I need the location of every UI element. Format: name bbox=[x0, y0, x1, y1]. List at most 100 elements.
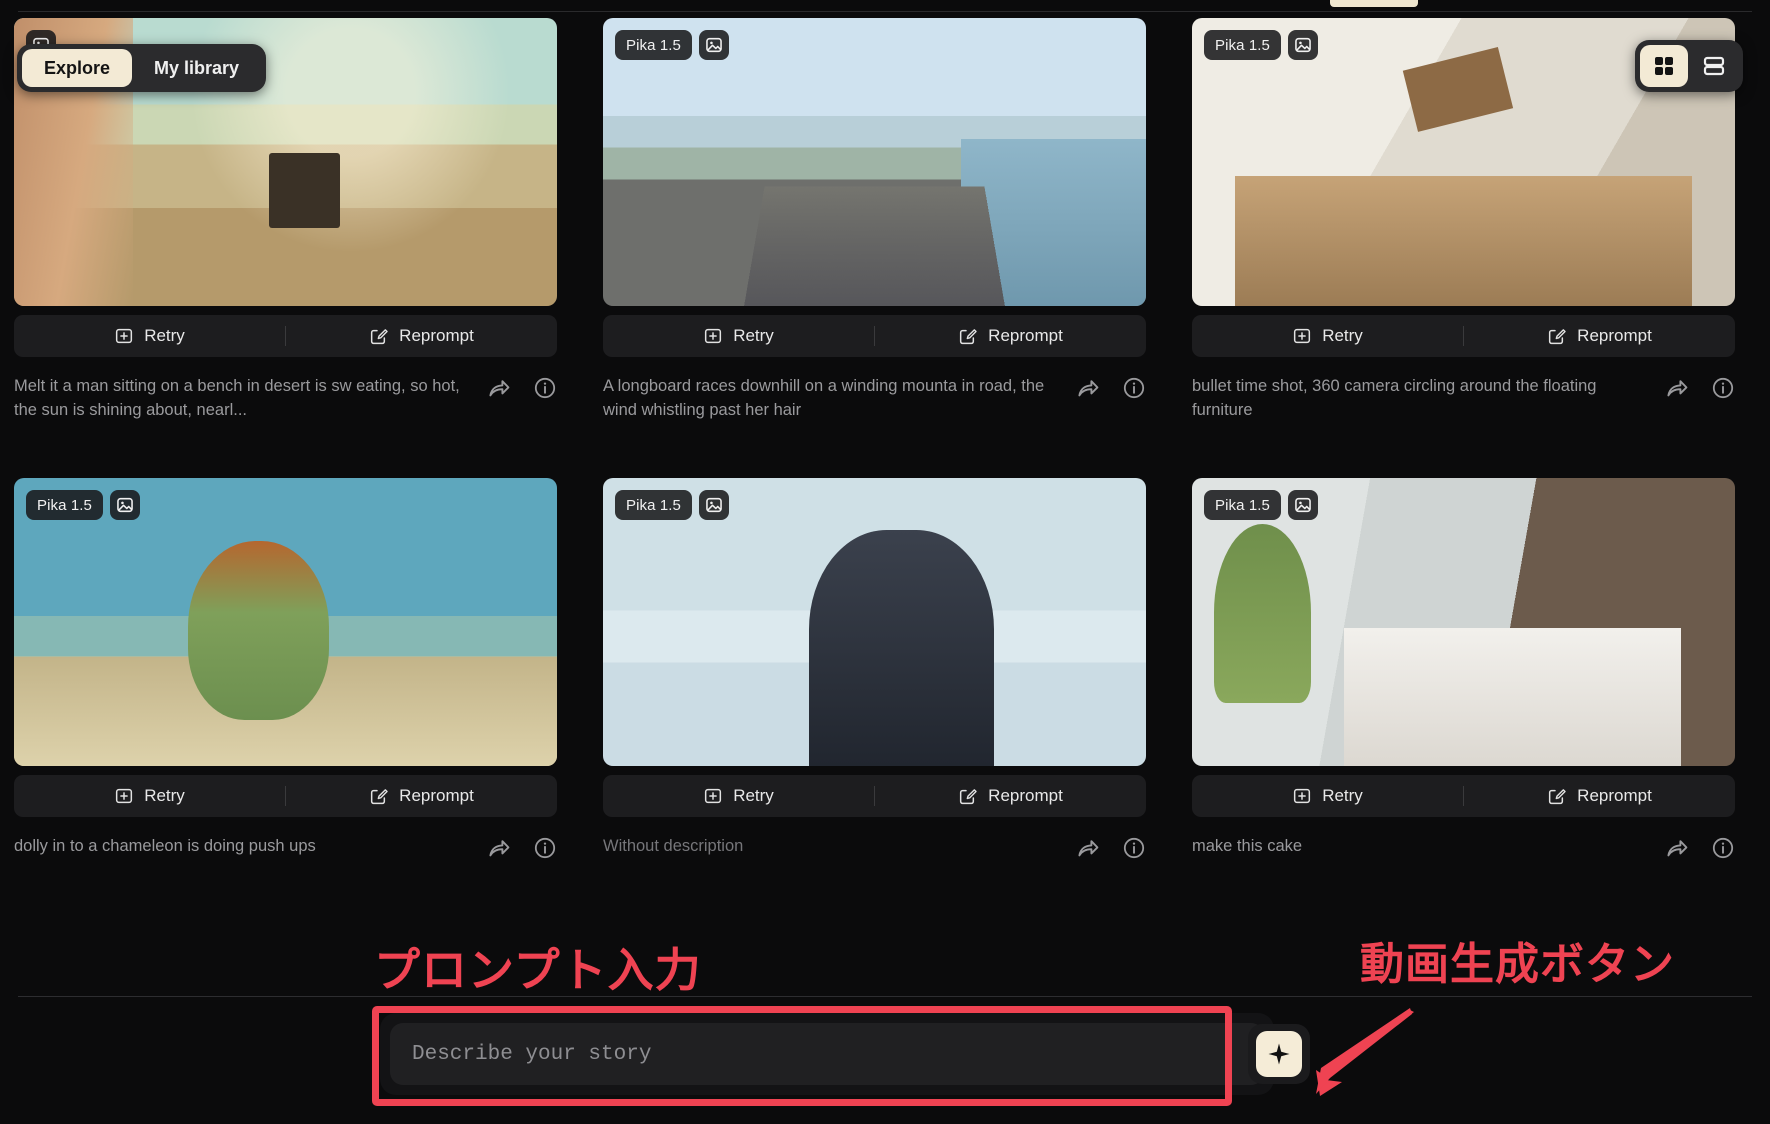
card-prompt-text: A longboard races downhill on a winding … bbox=[603, 374, 1076, 422]
reprompt-label: Reprompt bbox=[399, 786, 474, 806]
grid-view-button[interactable] bbox=[1640, 45, 1688, 87]
info-icon[interactable] bbox=[1122, 376, 1146, 400]
card-meta: Without description bbox=[603, 834, 1146, 860]
thumbnail-artwork bbox=[14, 478, 557, 766]
info-icon[interactable] bbox=[533, 836, 557, 860]
thumbnail-artwork bbox=[603, 18, 1146, 306]
retry-button[interactable]: Retry bbox=[14, 775, 285, 817]
reprompt-label: Reprompt bbox=[988, 786, 1063, 806]
image-source-icon[interactable] bbox=[699, 490, 729, 520]
reprompt-label: Reprompt bbox=[399, 326, 474, 346]
retry-label: Retry bbox=[1322, 786, 1363, 806]
prompt-input[interactable] bbox=[390, 1023, 1264, 1085]
thumbnail-artwork bbox=[603, 478, 1146, 766]
info-icon[interactable] bbox=[533, 376, 557, 400]
reprompt-label: Reprompt bbox=[988, 326, 1063, 346]
pika-app-window: Retry Reprompt Melt it a man sitting on a … bbox=[0, 0, 1770, 1124]
retry-label: Retry bbox=[144, 326, 185, 346]
retry-button[interactable]: Retry bbox=[14, 315, 285, 357]
video-card[interactable]: Pika 1.5 Retry Reprompt make this cake bbox=[1192, 478, 1735, 860]
thumbnail-badges: Pika 1.5 bbox=[1204, 30, 1318, 60]
video-card[interactable]: Pika 1.5 Retry Reprompt A longboard races d… bbox=[603, 18, 1146, 422]
card-prompt-text: dolly in to a chameleon is doing push up… bbox=[14, 834, 487, 858]
card-meta: bullet time shot, 360 camera circling ar… bbox=[1192, 374, 1735, 422]
share-icon[interactable] bbox=[1076, 836, 1100, 860]
card-prompt-text: make this cake bbox=[1192, 834, 1665, 858]
reprompt-button[interactable]: Reprompt bbox=[1464, 315, 1735, 357]
image-source-icon[interactable] bbox=[1288, 490, 1318, 520]
explore-library-toggle[interactable]: Explore My library bbox=[17, 44, 266, 92]
tab-explore[interactable]: Explore bbox=[22, 49, 132, 87]
top-divider bbox=[18, 11, 1752, 12]
card-action-bar: Retry Reprompt bbox=[603, 775, 1146, 817]
card-meta-icons bbox=[1076, 374, 1146, 400]
share-icon[interactable] bbox=[487, 376, 511, 400]
thumbnail-badges: Pika 1.5 bbox=[26, 490, 140, 520]
card-meta-icons bbox=[487, 374, 557, 400]
share-icon[interactable] bbox=[1076, 376, 1100, 400]
retry-label: Retry bbox=[733, 786, 774, 806]
card-meta-icons bbox=[1076, 834, 1146, 860]
retry-button[interactable]: Retry bbox=[603, 315, 874, 357]
card-meta-icons bbox=[487, 834, 557, 860]
composer-divider bbox=[18, 996, 1752, 997]
thumbnail-badges: Pika 1.5 bbox=[615, 490, 729, 520]
video-card-grid: Retry Reprompt Melt it a man sitting on a … bbox=[14, 18, 1736, 860]
video-thumbnail[interactable]: Pika 1.5 bbox=[1192, 478, 1735, 766]
list-view-button[interactable] bbox=[1690, 45, 1738, 87]
composer-bottom-toolbar[interactable] bbox=[380, 1115, 1274, 1124]
reprompt-button[interactable]: Reprompt bbox=[286, 315, 557, 357]
card-action-bar: Retry Reprompt bbox=[603, 315, 1146, 357]
list-icon bbox=[1702, 54, 1726, 78]
card-meta-icons bbox=[1665, 834, 1735, 860]
card-meta: Melt it a man sitting on a bench in dese… bbox=[14, 374, 557, 422]
view-mode-toggle[interactable] bbox=[1635, 40, 1743, 92]
model-badge: Pika 1.5 bbox=[26, 490, 103, 520]
image-source-icon[interactable] bbox=[1288, 30, 1318, 60]
video-thumbnail[interactable]: Pika 1.5 bbox=[603, 478, 1146, 766]
card-prompt-text: Melt it a man sitting on a bench in dese… bbox=[14, 374, 487, 422]
reprompt-button[interactable]: Reprompt bbox=[875, 315, 1146, 357]
generate-video-button[interactable] bbox=[1256, 1031, 1302, 1077]
card-action-bar: Retry Reprompt bbox=[14, 775, 557, 817]
share-icon[interactable] bbox=[1665, 836, 1689, 860]
model-badge: Pika 1.5 bbox=[1204, 490, 1281, 520]
thumbnail-badges: Pika 1.5 bbox=[1204, 490, 1318, 520]
tab-my-library[interactable]: My library bbox=[132, 49, 261, 87]
retry-label: Retry bbox=[1322, 326, 1363, 346]
card-prompt-text: bullet time shot, 360 camera circling ar… bbox=[1192, 374, 1665, 422]
image-source-icon[interactable] bbox=[699, 30, 729, 60]
info-icon[interactable] bbox=[1711, 836, 1735, 860]
image-source-icon[interactable] bbox=[110, 490, 140, 520]
video-card[interactable]: Pika 1.5 Retry Reprompt dolly in to a chame… bbox=[14, 478, 557, 860]
video-card[interactable]: Pika 1.5 Retry Reprompt Without description bbox=[603, 478, 1146, 860]
card-meta: A longboard races downhill on a winding … bbox=[603, 374, 1146, 422]
info-icon[interactable] bbox=[1711, 376, 1735, 400]
share-icon[interactable] bbox=[487, 836, 511, 860]
thumbnail-badges: Pika 1.5 bbox=[615, 30, 729, 60]
card-row: Pika 1.5 Retry Reprompt dolly in to a chame… bbox=[14, 478, 1736, 860]
sparkle-icon bbox=[1267, 1042, 1291, 1066]
reprompt-label: Reprompt bbox=[1577, 786, 1652, 806]
card-row: Retry Reprompt Melt it a man sitting on a … bbox=[14, 18, 1736, 422]
card-action-bar: Retry Reprompt bbox=[1192, 315, 1735, 357]
reprompt-button[interactable]: Reprompt bbox=[1464, 775, 1735, 817]
retry-button[interactable]: Retry bbox=[1192, 315, 1463, 357]
share-icon[interactable] bbox=[1665, 376, 1689, 400]
model-badge: Pika 1.5 bbox=[615, 30, 692, 60]
retry-button[interactable]: Retry bbox=[1192, 775, 1463, 817]
card-prompt-text: Without description bbox=[603, 834, 1076, 858]
info-icon[interactable] bbox=[1122, 836, 1146, 860]
model-badge: Pika 1.5 bbox=[1204, 30, 1281, 60]
card-meta: make this cake bbox=[1192, 834, 1735, 860]
card-action-bar: Retry Reprompt bbox=[14, 315, 557, 357]
reprompt-button[interactable]: Reprompt bbox=[286, 775, 557, 817]
video-thumbnail[interactable]: Pika 1.5 bbox=[14, 478, 557, 766]
retry-button[interactable]: Retry bbox=[603, 775, 874, 817]
video-thumbnail[interactable]: Pika 1.5 bbox=[603, 18, 1146, 306]
annotation-prompt-input-label: プロンプト入力 bbox=[374, 934, 702, 1000]
reprompt-button[interactable]: Reprompt bbox=[875, 775, 1146, 817]
retry-label: Retry bbox=[733, 326, 774, 346]
card-action-bar: Retry Reprompt bbox=[1192, 775, 1735, 817]
card-meta: dolly in to a chameleon is doing push up… bbox=[14, 834, 557, 860]
